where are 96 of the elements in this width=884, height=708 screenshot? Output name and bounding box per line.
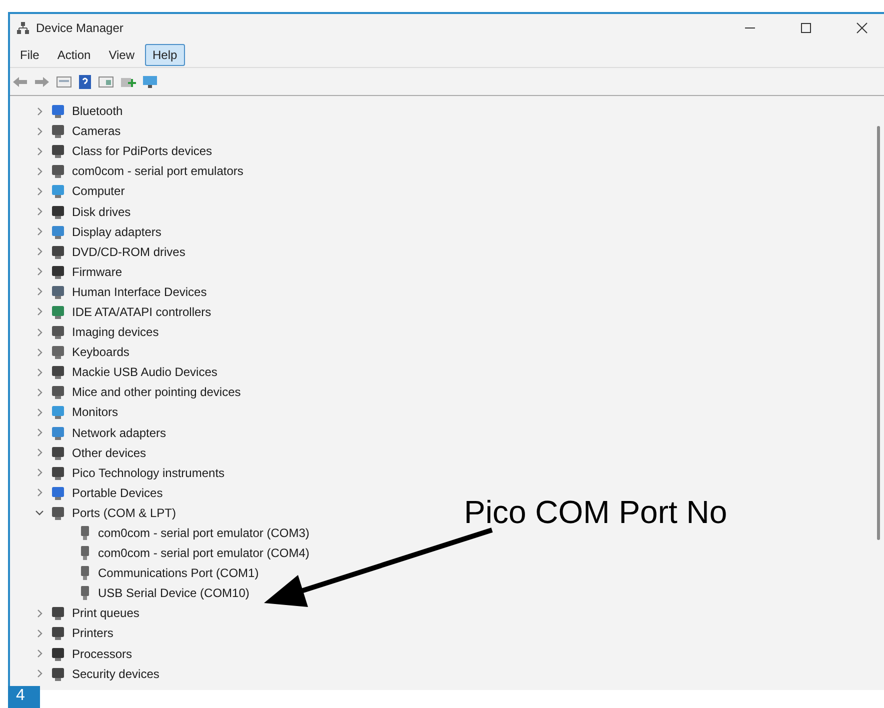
chevron-right-icon[interactable] xyxy=(35,388,44,397)
tree-item[interactable]: Mackie USB Audio Devices xyxy=(72,363,218,382)
tree-item[interactable]: Ports (COM & LPT) xyxy=(72,504,176,522)
chevron-right-icon[interactable] xyxy=(35,267,44,276)
tree-item[interactable]: Communications Port (COM1) xyxy=(98,564,259,582)
back-arrow-icon[interactable] xyxy=(12,74,28,88)
window-icon[interactable] xyxy=(98,74,114,88)
chevron-right-icon[interactable] xyxy=(35,649,44,658)
device-icon xyxy=(50,123,66,140)
chevron-right-icon[interactable] xyxy=(35,307,44,316)
chevron-right-icon[interactable] xyxy=(35,247,44,256)
device-icon xyxy=(50,444,66,461)
chevron-right-icon[interactable] xyxy=(35,166,44,176)
chevron-right-icon[interactable] xyxy=(35,408,44,417)
chevron-right-icon[interactable] xyxy=(35,287,44,296)
tree-item[interactable]: Processors xyxy=(72,644,132,663)
menu-item[interactable]: File xyxy=(12,44,48,66)
device-icon xyxy=(50,646,66,662)
menu-item[interactable]: Action xyxy=(49,44,99,66)
tree-item[interactable]: Printers xyxy=(72,624,114,642)
device-icon xyxy=(50,424,66,441)
chevron-right-icon[interactable] xyxy=(35,146,44,156)
chevron-right-icon[interactable] xyxy=(35,669,44,678)
tree-item[interactable]: Portable Devices xyxy=(72,484,163,502)
device-icon xyxy=(50,244,66,260)
chevron-right-icon[interactable] xyxy=(35,448,44,458)
device-icon xyxy=(50,304,66,320)
device-icon xyxy=(50,264,66,280)
window-title: Device Manager xyxy=(36,20,124,37)
tree-item[interactable]: Pico Technology instruments xyxy=(72,464,225,482)
chevron-right-icon[interactable] xyxy=(35,468,44,478)
device-icon xyxy=(50,364,66,380)
forward-arrow-icon[interactable] xyxy=(34,74,50,88)
tree-item[interactable]: Network adapters xyxy=(72,424,166,442)
figure-number-badge: 4 xyxy=(8,686,40,708)
device-icon xyxy=(50,103,66,120)
help-icon[interactable] xyxy=(78,74,92,90)
chevron-right-icon[interactable] xyxy=(35,186,44,196)
menu-item[interactable]: View xyxy=(100,44,142,66)
tree-item[interactable]: com0com - serial port emulator (COM4) xyxy=(98,544,310,562)
chevron-right-icon[interactable] xyxy=(35,428,44,438)
device-icon xyxy=(50,344,66,360)
monitor-icon[interactable] xyxy=(142,74,158,88)
chevron-right-icon[interactable] xyxy=(35,628,44,638)
tree-item[interactable]: Class for PdiPorts devices xyxy=(72,142,212,160)
tree-item[interactable]: Other devices xyxy=(72,444,146,462)
device-icon xyxy=(50,464,66,481)
chevron-down-icon[interactable] xyxy=(35,508,44,518)
scrollbar[interactable] xyxy=(877,126,880,540)
close-icon[interactable] xyxy=(856,22,868,34)
tree-item[interactable]: Cameras xyxy=(72,122,121,140)
maximize-icon[interactable] xyxy=(800,22,812,34)
annotation-label: Pico COM Port No xyxy=(464,493,728,532)
tree-item[interactable]: com0com - serial port emulator (COM3) xyxy=(98,524,310,542)
device-icon xyxy=(50,605,66,622)
tree-item[interactable]: Firmware xyxy=(72,262,122,281)
tree-item[interactable]: Computer xyxy=(72,182,125,200)
tree-item[interactable]: USB Serial Device (COM10) xyxy=(98,584,250,602)
device-icon xyxy=(50,204,66,220)
chevron-right-icon[interactable] xyxy=(35,207,44,216)
tree-item[interactable]: Keyboards xyxy=(72,343,130,362)
device-icon xyxy=(50,163,66,180)
chevron-right-icon[interactable] xyxy=(35,106,44,116)
tree-item[interactable]: DVD/CD-ROM drives xyxy=(72,242,186,261)
chevron-right-icon[interactable] xyxy=(35,126,44,136)
device-icon xyxy=(50,284,66,300)
tree-item[interactable]: Imaging devices xyxy=(72,323,159,342)
network-icon xyxy=(16,21,30,35)
device-icon xyxy=(50,324,66,340)
device-icon xyxy=(50,384,66,400)
chevron-right-icon[interactable] xyxy=(35,348,44,357)
device-icon xyxy=(50,484,66,501)
tree-item[interactable]: Bluetooth xyxy=(72,102,123,120)
device-icon xyxy=(50,143,66,160)
chevron-right-icon[interactable] xyxy=(35,328,44,337)
tree-item[interactable]: Disk drives xyxy=(72,202,131,221)
tree-item[interactable]: Print queues xyxy=(72,604,140,622)
device-icon xyxy=(50,625,66,642)
properties-icon[interactable] xyxy=(56,74,72,88)
tree-item[interactable]: IDE ATA/ATAPI controllers xyxy=(72,302,212,321)
tree-item[interactable]: Mice and other pointing devices xyxy=(72,383,241,402)
device-icon xyxy=(50,404,66,420)
device-icon xyxy=(50,666,66,682)
chevron-right-icon[interactable] xyxy=(35,368,44,377)
chevron-right-icon[interactable] xyxy=(35,488,44,498)
tree-item[interactable]: Security devices xyxy=(72,664,160,683)
chevron-right-icon[interactable] xyxy=(35,227,44,236)
device-icon xyxy=(50,224,66,240)
menu-item[interactable]: Help xyxy=(144,44,186,66)
tree-item[interactable]: Monitors xyxy=(72,403,118,422)
tree-item[interactable]: com0com - serial port emulators xyxy=(72,162,244,180)
tree-item[interactable]: Display adapters xyxy=(72,222,162,241)
tree-item[interactable]: Human Interface Devices xyxy=(72,282,207,301)
chevron-right-icon[interactable] xyxy=(35,608,44,618)
device-icon xyxy=(50,183,66,200)
device-icon xyxy=(50,504,66,521)
